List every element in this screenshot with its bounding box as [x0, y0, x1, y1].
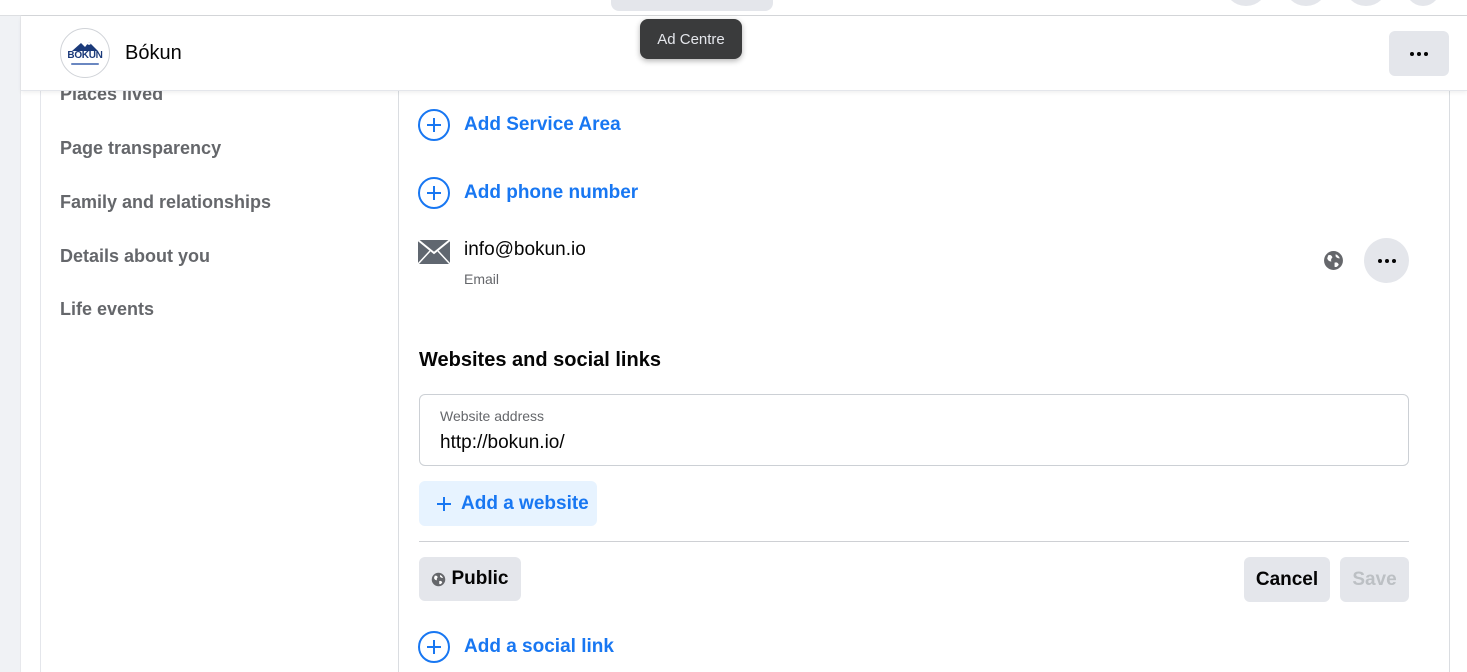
add-website-button[interactable]: Add a website [419, 481, 597, 526]
websites-section-title: Websites and social links [419, 349, 661, 371]
add-phone-number-button[interactable]: Add phone number [418, 177, 638, 209]
plus-circle-icon [418, 631, 450, 663]
avatar-logo-subline [71, 62, 99, 65]
email-more-button[interactable] [1364, 238, 1409, 283]
sidebar-item-page-transparency[interactable]: Page transparency [60, 138, 221, 159]
plus-circle-icon [418, 177, 450, 209]
plus-circle-icon [418, 109, 450, 141]
sidebar-item-details-about-you[interactable]: Details about you [60, 246, 210, 267]
plus-icon [437, 496, 451, 511]
sidebar-item-family-relationships[interactable]: Family and relationships [60, 192, 271, 213]
website-address-field[interactable]: Website address [419, 394, 1409, 466]
privacy-public-button[interactable]: Public [419, 557, 521, 601]
more-icon [1377, 258, 1396, 263]
add-phone-number-label: Add phone number [464, 182, 639, 203]
globe-icon [1324, 251, 1343, 270]
nav-account-button[interactable] [1404, 0, 1442, 6]
nav-circle-button[interactable] [1284, 0, 1328, 6]
privacy-label: Public [451, 568, 509, 589]
envelope-icon [418, 240, 450, 264]
page-name[interactable]: Bókun [125, 42, 182, 65]
nav-circle-button[interactable] [1224, 0, 1268, 6]
email-value: info@bokun.io [464, 239, 586, 260]
sidebar-item-life-events[interactable]: Life events [60, 299, 154, 320]
save-button[interactable]: Save [1340, 557, 1409, 602]
add-social-link-label: Add a social link [464, 636, 614, 657]
ad-centre-tooltip: Ad Centre [640, 19, 742, 59]
website-address-input[interactable] [440, 430, 1380, 456]
top-navigation-bar [0, 0, 1467, 16]
globe-icon [432, 572, 446, 586]
add-website-label: Add a website [461, 492, 589, 514]
header-more-button[interactable] [1389, 31, 1449, 76]
page-avatar[interactable]: BÓKUN [60, 28, 110, 78]
divider [419, 541, 1409, 542]
more-icon [1410, 51, 1428, 56]
add-service-area-label: Add Service Area [464, 114, 621, 135]
website-address-label: Website address [440, 408, 545, 424]
add-service-area-button[interactable]: Add Service Area [418, 109, 621, 141]
page-header: BÓKUN Bókun [21, 16, 1467, 91]
nav-circle-button[interactable] [1344, 0, 1388, 6]
nav-tab-highlight[interactable] [611, 0, 773, 11]
email-type-label: Email [464, 271, 500, 287]
avatar-logo-text: BÓKUN [67, 49, 103, 61]
add-social-link-button[interactable]: Add a social link [418, 631, 614, 663]
cancel-button[interactable]: Cancel [1244, 557, 1330, 602]
